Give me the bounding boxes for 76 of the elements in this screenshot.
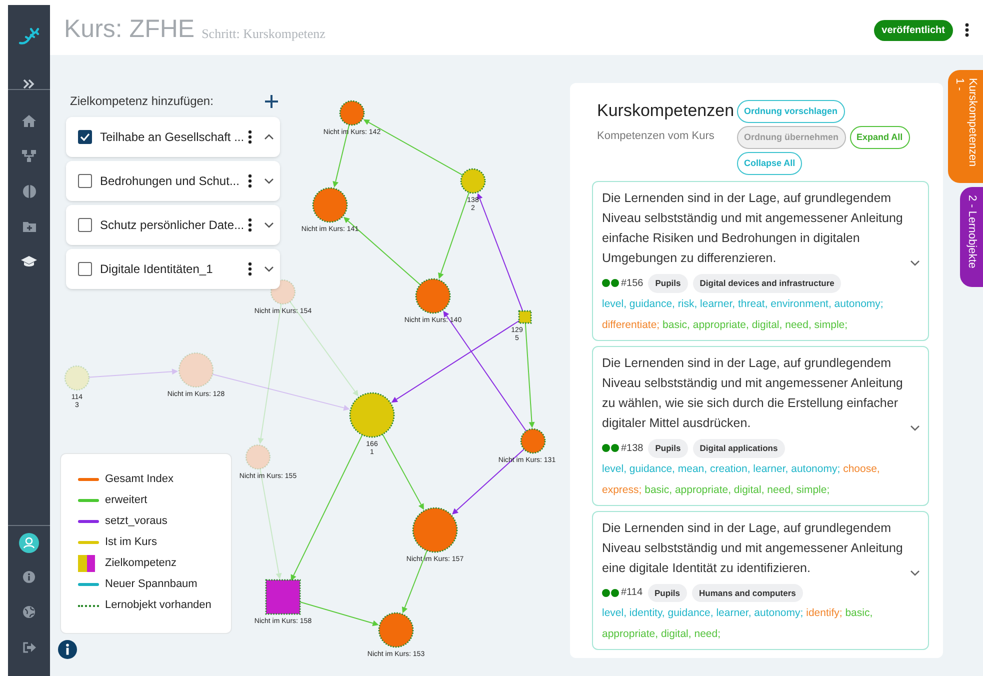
- tag: Digital applications: [692, 438, 785, 458]
- expand-chevron-icon[interactable]: [264, 178, 274, 184]
- legend-label: Gesamt Index: [105, 472, 174, 488]
- more-icon[interactable]: [248, 130, 252, 144]
- legend-swatch: [78, 555, 95, 572]
- competency-id: #114: [621, 586, 643, 600]
- competency-id: #156: [621, 276, 644, 291]
- tag: Humans and computers: [692, 584, 803, 602]
- expand-chevron-icon[interactable]: [910, 260, 920, 266]
- expand-chevron-icon[interactable]: [264, 266, 274, 272]
- collapse-chevron-icon[interactable]: [264, 134, 274, 140]
- expand-chevron-icon[interactable]: [910, 424, 920, 431]
- sign-out-icon[interactable]: [22, 642, 36, 653]
- tag: Pupils: [648, 274, 688, 293]
- panel-title: Zielkompetenz hinzufügen:: [70, 93, 214, 110]
- expand-chevron-icon[interactable]: [264, 222, 274, 228]
- keyword-list: level, identity, guidance, learner, autonomy; identify; basic, appropriate, digital, need;: [602, 603, 920, 646]
- expand-icon[interactable]: [23, 79, 35, 89]
- checkbox[interactable]: [78, 262, 92, 276]
- more-icon[interactable]: [248, 262, 252, 276]
- checkbox[interactable]: [78, 130, 92, 144]
- folder-plus-icon[interactable]: [22, 221, 36, 232]
- node-square[interactable]: [265, 579, 301, 615]
- step-label: Schritt: Kurskompetenz: [202, 24, 326, 43]
- competency-text: Die Lernenden sind in der Lage, auf grundlegendem Niveau selbstständig und mit angemessener Anleitung einfache Risiken und Bedrohungen in digitalen Umgebungen zu differenzieren.: [602, 190, 904, 267]
- lizard-icon: [18, 26, 40, 46]
- half-circle-icon[interactable]: [22, 185, 36, 198]
- info-icon[interactable]: [58, 640, 77, 659]
- status-dots-icon: [602, 279, 620, 288]
- expand-chevron-icon[interactable]: [910, 570, 920, 576]
- node-circle[interactable]: [339, 100, 365, 126]
- legend-label: Zielkompetenz: [105, 556, 177, 572]
- node-circle[interactable]: [460, 168, 486, 194]
- more-icon[interactable]: [965, 23, 969, 37]
- node-circle[interactable]: [378, 612, 414, 648]
- competency-text: Die Lernenden sind in der Lage, auf grundlegendem Niveau selbstständig und mit angemessener Anleitung zu wählen, wie sie sich durch die Erstellung einfacher digitaler Mittel ausdrücken.: [602, 354, 904, 432]
- globe-icon[interactable]: [23, 606, 35, 618]
- status-badge: veröffentlicht: [874, 20, 953, 40]
- node-circle[interactable]: [312, 187, 348, 223]
- keyword-list: level, guidance, mean, creation, learner, autonomy; choose, express; basic, appropriate, digital, need, simple;: [602, 458, 920, 500]
- avatar-icon[interactable]: [19, 533, 39, 553]
- checkbox[interactable]: [78, 174, 92, 188]
- status-dots-icon: [602, 588, 620, 597]
- legend-label: Neuer Spannbaum: [105, 577, 198, 592]
- competency-id: #138: [621, 442, 644, 456]
- node-circle[interactable]: [520, 428, 546, 454]
- node-circle[interactable]: [349, 392, 395, 438]
- sitemap-icon[interactable]: [22, 150, 36, 162]
- course-title: Kurs: ZFHE: [64, 14, 195, 46]
- keyword-list: level, guidance, risk, learner, threat, environment, autonomy; differentiate; basic, appropriate, digital, need, simple;: [602, 294, 920, 336]
- panel-title: Kurskompetenzen: [597, 100, 735, 122]
- legend-label: Lernobjekt vorhanden: [105, 598, 212, 614]
- competency-label[interactable]: Teilhabe an Gesellschaft ...: [100, 128, 248, 146]
- legend-line: [78, 604, 99, 606]
- checkbox[interactable]: [78, 218, 92, 232]
- more-icon[interactable]: [248, 174, 252, 188]
- competency-label[interactable]: Bedrohungen und Schut...: [100, 172, 248, 190]
- status-dots-icon: [602, 444, 620, 452]
- more-icon[interactable]: [248, 218, 252, 232]
- tag: Pupils: [648, 584, 688, 602]
- competency-label[interactable]: Digitale Identitäten_1: [100, 260, 248, 278]
- add-icon[interactable]: [265, 94, 278, 108]
- graduation-cap-icon[interactable]: [21, 256, 37, 267]
- tag: Digital devices and infrastructure: [692, 274, 842, 293]
- node-square[interactable]: [518, 310, 532, 324]
- tag: Pupils: [648, 438, 688, 458]
- home-icon[interactable]: [22, 115, 36, 127]
- legend-label: Ist im Kurs: [105, 535, 157, 550]
- node-circle[interactable]: [415, 278, 451, 314]
- legend-label: setzt_voraus: [105, 514, 168, 530]
- competency-text: Die Lernenden sind in der Lage, auf grundlegendem Niveau selbstständig und mit angemessener Anleitung eine digitale Identität zu identifizieren.: [602, 520, 904, 577]
- side-tab[interactable]: 2 - Lernobjekte: [960, 187, 983, 287]
- legend-label: erweitert: [105, 493, 148, 508]
- competency-label[interactable]: Schutz persönlicher Date...: [100, 216, 248, 234]
- node-circle[interactable]: [412, 507, 458, 553]
- panel-subtitle: Kompetenzen vom Kurs: [597, 129, 716, 144]
